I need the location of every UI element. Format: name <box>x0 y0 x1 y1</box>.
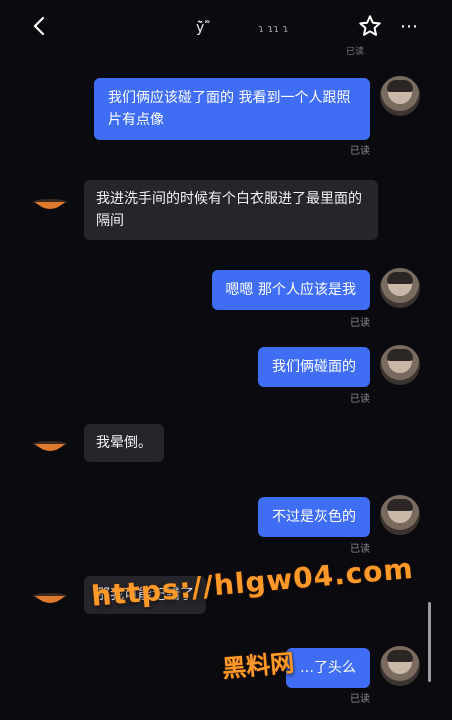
star-icon[interactable] <box>357 13 383 39</box>
back-arrow-icon[interactable] <box>28 14 52 38</box>
read-receipt: 已读 <box>350 394 370 405</box>
top-bar: ÿ̀́̂ ̃̄̅ ɿ ɿɿ ɿ ⋯ 已读 <box>0 0 452 57</box>
read-receipt: 已读 <box>350 318 370 329</box>
read-receipt: 已读 <box>350 146 370 157</box>
avatar[interactable] <box>380 495 420 535</box>
more-icon[interactable]: ⋯ <box>398 16 420 38</box>
avatar[interactable] <box>380 76 420 116</box>
message-bubble-out[interactable]: 不过是灰色的 <box>258 497 370 537</box>
message-bubble-in[interactable]: 我晕倒。 <box>84 424 164 462</box>
watermark-name: 黑料网 <box>221 648 296 684</box>
avatar[interactable] <box>380 646 420 686</box>
read-receipt: 已读 <box>346 47 365 57</box>
message-bubble-out[interactable]: …了头么 <box>286 648 370 688</box>
message-bubble-out[interactable]: 我们俩应该碰了面的 我看到一个人跟照片有点像 <box>94 78 370 140</box>
message-bubble-out[interactable]: 我们俩碰面的 <box>258 347 370 387</box>
pot-avatar-icon[interactable] <box>32 436 68 456</box>
read-receipt: 已读 <box>350 694 370 705</box>
message-bubble-out[interactable]: 嗯嗯 那个人应该是我 <box>211 270 370 310</box>
pot-avatar-icon[interactable] <box>32 194 68 214</box>
chat-subtitle: ɿ ɿɿ ɿ <box>258 22 289 35</box>
watermark-url: https://hlgw04.com <box>90 551 415 613</box>
pot-avatar-icon[interactable] <box>32 588 68 608</box>
read-receipt: 已读 <box>350 544 370 555</box>
avatar[interactable] <box>380 268 420 308</box>
scrollbar[interactable] <box>428 602 431 682</box>
avatar[interactable] <box>380 345 420 385</box>
message-bubble-in[interactable]: 我进洗手间的时候有个白衣服进了最里面的隔间 <box>84 180 378 240</box>
